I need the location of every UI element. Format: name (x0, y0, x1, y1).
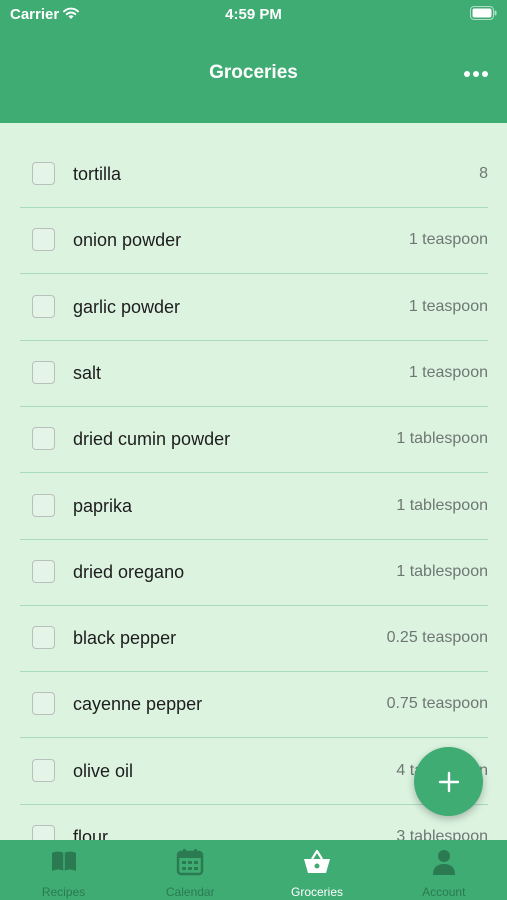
item-name: dried oregano (73, 561, 185, 582)
page-title: Groceries (209, 62, 298, 83)
item-name: flour (73, 827, 109, 840)
tab-calendar[interactable]: Calendar (127, 840, 254, 900)
item-name: tortilla (73, 164, 122, 184)
grocery-row[interactable]: black pepper 0.25 teaspoon (20, 606, 488, 673)
tab-bar: Recipes Calendar Groceries Account (0, 840, 507, 900)
item-quantity: 0.75 teaspoon (386, 695, 488, 713)
item-name: black pepper (73, 628, 177, 649)
tab-label: Calendar (165, 885, 215, 899)
item-quantity: 1 teaspoon (408, 231, 488, 249)
item-name: cayenne pepper (73, 694, 203, 715)
grocery-row[interactable]: onion powder 1 teaspoon (20, 208, 488, 275)
item-quantity: 1 tablespoon (396, 430, 488, 448)
tab-label: Recipes (41, 885, 86, 899)
grocery-row[interactable]: cayenne pepper 0.75 teaspoon (20, 672, 488, 739)
more-dot (464, 71, 470, 77)
tab-label: Account (422, 885, 466, 899)
status-time: 4:59 PM (225, 6, 282, 23)
grocery-row[interactable]: tortilla 8 (20, 142, 488, 208)
item-checkbox[interactable] (32, 758, 55, 782)
item-name: dried cumin powder (73, 429, 231, 450)
item-name: paprika (73, 495, 133, 516)
item-checkbox[interactable] (32, 360, 55, 384)
item-quantity: 1 teaspoon (408, 297, 488, 315)
grocery-row[interactable]: salt 1 teaspoon (20, 341, 488, 407)
item-name: olive oil (73, 760, 134, 781)
plus-icon (438, 771, 459, 792)
item-quantity: 0.25 teaspoon (386, 629, 488, 647)
item-checkbox[interactable] (32, 692, 55, 716)
calendar-icon (177, 849, 204, 876)
item-checkbox[interactable] (32, 626, 55, 650)
grocery-row[interactable]: garlic powder 1 teaspoon (20, 275, 488, 341)
grocery-row[interactable]: paprika 1 tablespoon (20, 474, 488, 540)
item-checkbox[interactable] (32, 162, 55, 185)
grocery-row[interactable]: flour 3 tablespoon (20, 805, 488, 840)
item-checkbox[interactable] (32, 493, 55, 517)
item-checkbox[interactable] (32, 228, 55, 252)
item-checkbox[interactable] (32, 559, 55, 583)
add-item-button[interactable] (414, 747, 483, 816)
item-quantity: 1 teaspoon (408, 363, 488, 381)
tab-recipes[interactable]: Recipes (0, 840, 127, 900)
item-name: salt (73, 362, 102, 383)
book-icon (51, 851, 76, 871)
battery-icon (470, 6, 497, 20)
tab-label: Groceries (290, 885, 343, 899)
item-checkbox[interactable] (32, 294, 55, 318)
grocery-row[interactable]: dried oregano 1 tablespoon (20, 540, 488, 606)
person-icon (432, 850, 455, 875)
navigation-header: Carrier 4:59 PM Groceries (0, 0, 507, 123)
item-quantity: 8 (479, 165, 488, 182)
item-name: garlic powder (73, 296, 181, 317)
tab-groceries[interactable]: Groceries (254, 840, 381, 900)
grocery-row[interactable]: dried cumin powder 1 tablespoon (20, 407, 488, 474)
item-quantity: 1 tablespoon (396, 562, 488, 580)
item-checkbox[interactable] (32, 427, 55, 451)
basket-icon (304, 849, 330, 873)
item-quantity: 1 tablespoon (396, 496, 488, 514)
more-dot (482, 71, 488, 77)
grocery-list[interactable]: tortilla 8 onion powder 1 teaspoon garlic po… (0, 142, 507, 840)
tab-account[interactable]: Account (380, 840, 507, 900)
status-bar: Carrier 4:59 PM (0, 0, 507, 30)
item-checkbox[interactable] (32, 825, 55, 840)
item-quantity: 3 tablespoon (396, 828, 488, 840)
item-name: onion powder (73, 230, 182, 251)
more-options-button[interactable] (459, 62, 493, 86)
more-dot (473, 71, 479, 77)
